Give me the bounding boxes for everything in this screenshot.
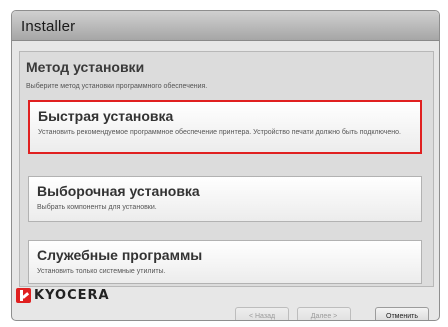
panel-title: Метод установки [26, 59, 145, 75]
kyocera-logo-icon [16, 287, 31, 303]
kyocera-logo: KYOCERA [16, 286, 110, 304]
option-custom-install[interactable]: Выборочная установка Выбрать компоненты … [28, 176, 422, 222]
option-description: Установить рекомендуемое программное обе… [38, 129, 401, 136]
installer-window: Installer Метод установки Выберите метод… [11, 10, 440, 321]
install-method-panel: Метод установки Выберите метод установки… [19, 51, 434, 287]
cancel-button[interactable]: Отменить [375, 307, 429, 320]
option-description: Установить только системные утилиты. [37, 268, 166, 275]
option-title: Служебные программы [37, 247, 203, 263]
logo-text: KYOCERA [34, 287, 110, 303]
next-button[interactable]: Далее > [297, 307, 351, 320]
option-title: Быстрая установка [38, 108, 174, 124]
option-utilities[interactable]: Служебные программы Установить только си… [28, 240, 422, 284]
back-button[interactable]: < Назад [235, 307, 289, 320]
title-bar: Installer [12, 11, 439, 41]
window-title: Installer [21, 18, 76, 35]
panel-subtitle: Выберите метод установки программного об… [26, 83, 208, 90]
option-title: Выборочная установка [37, 183, 200, 199]
option-express-install[interactable]: Быстрая установка Установить рекомендуем… [28, 100, 422, 154]
option-description: Выбрать компоненты для установки. [37, 204, 157, 211]
